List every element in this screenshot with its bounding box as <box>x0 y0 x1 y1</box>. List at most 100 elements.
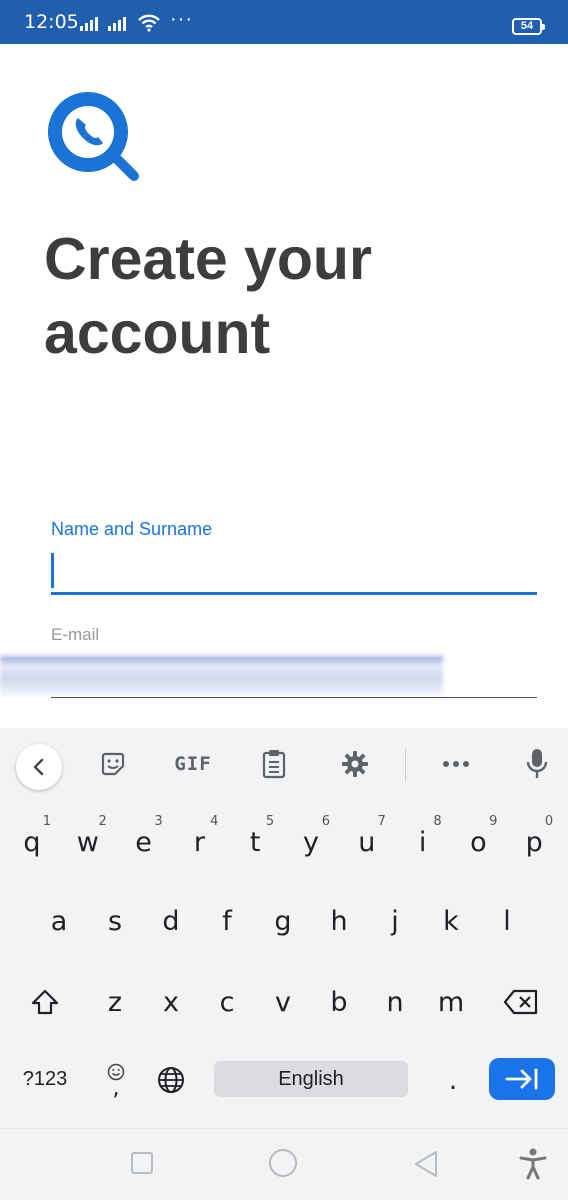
key-label: a <box>50 905 68 937</box>
key-number-hint: 8 <box>433 814 442 829</box>
next-key[interactable] <box>489 1058 555 1100</box>
key-f[interactable]: f <box>202 891 252 951</box>
key-label: j <box>391 905 399 937</box>
key-number-hint: 0 <box>544 814 554 829</box>
more-icon <box>443 761 469 767</box>
keyboard-toolbar: GIF <box>0 728 568 800</box>
period-key[interactable]: . <box>428 1050 478 1110</box>
key-c[interactable]: c <box>202 972 252 1032</box>
key-label: s <box>107 905 123 937</box>
key-w[interactable]: w2 <box>63 812 113 872</box>
status-more-dots: ··· <box>170 8 193 30</box>
language-key[interactable] <box>146 1050 196 1110</box>
page-title: Create your account <box>44 226 372 366</box>
status-time: 12:05 <box>24 11 79 33</box>
key-label: w <box>76 826 99 858</box>
navigation-bar <box>0 1128 568 1200</box>
shift-icon <box>31 989 59 1015</box>
toolbar-divider <box>405 748 406 782</box>
sticker-button[interactable] <box>94 746 132 782</box>
key-label: t <box>249 826 261 858</box>
symbols-key[interactable]: ?123 <box>10 1061 80 1097</box>
key-k[interactable]: k <box>426 891 476 951</box>
key-u[interactable]: u7 <box>342 812 392 872</box>
back-triangle-icon[interactable] <box>412 1149 440 1179</box>
key-e[interactable]: e3 <box>119 812 169 872</box>
key-label: b <box>330 986 348 1018</box>
wifi-icon <box>138 14 160 32</box>
key-n[interactable]: n <box>370 972 420 1032</box>
backspace-icon <box>503 989 538 1015</box>
key-label: e <box>135 826 152 858</box>
app-logo-icon <box>48 92 139 181</box>
key-number-hint: 9 <box>489 814 498 829</box>
chevron-left-icon <box>33 758 44 776</box>
key-label: v <box>275 986 291 1018</box>
email-field-underline <box>51 697 537 698</box>
key-label: p <box>525 826 543 858</box>
key-label: i <box>418 826 427 858</box>
key-label: f <box>222 905 232 937</box>
key-label: o <box>470 826 487 858</box>
key-label: l <box>503 905 511 937</box>
key-j[interactable]: j <box>370 891 420 951</box>
keyboard-settings-button[interactable] <box>338 746 372 782</box>
key-label: k <box>443 905 459 937</box>
battery-icon: 54 <box>512 18 545 35</box>
key-z[interactable]: z <box>90 972 140 1032</box>
key-h[interactable]: h <box>314 891 364 951</box>
email-field-label: E-mail <box>51 625 100 644</box>
recents-square-icon[interactable] <box>130 1151 154 1175</box>
key-y[interactable]: y6 <box>286 812 336 872</box>
key-s[interactable]: s <box>90 891 140 951</box>
space-key[interactable]: English <box>214 1061 408 1097</box>
key-number-hint: 7 <box>377 814 386 829</box>
key-label: z <box>107 986 123 1018</box>
key-number-hint: 1 <box>42 814 51 829</box>
backspace-key[interactable] <box>496 972 546 1032</box>
key-label: m <box>437 986 465 1018</box>
name-field[interactable] <box>51 548 537 594</box>
shift-key[interactable] <box>20 972 70 1032</box>
gif-button[interactable]: GIF <box>168 746 218 782</box>
key-label: q <box>23 826 41 858</box>
key-i[interactable]: i8 <box>398 812 448 872</box>
key-r[interactable]: r4 <box>174 812 224 872</box>
key-t[interactable]: t5 <box>230 812 280 872</box>
key-number-hint: 3 <box>154 814 163 829</box>
motion-blur-artifact <box>0 656 443 696</box>
keyboard-collapse-button[interactable] <box>16 744 62 790</box>
key-p[interactable]: p0 <box>509 812 559 872</box>
voice-input-button[interactable] <box>521 746 553 782</box>
key-label: h <box>330 905 348 937</box>
emoji-comma-key[interactable]: , <box>91 1050 141 1110</box>
accessibility-icon[interactable] <box>518 1147 548 1181</box>
name-field-label: Name and Surname <box>51 519 213 539</box>
gear-icon <box>342 751 368 777</box>
signal-icon <box>80 17 98 31</box>
comma-label: , <box>112 1076 120 1101</box>
key-g[interactable]: g <box>258 891 308 951</box>
gif-icon: GIF <box>174 753 212 775</box>
key-a[interactable]: a <box>34 891 84 951</box>
key-x[interactable]: x <box>146 972 196 1032</box>
name-field-underline <box>51 592 537 595</box>
key-q[interactable]: q1 <box>7 812 57 872</box>
key-l[interactable]: l <box>482 891 532 951</box>
home-circle-icon[interactable] <box>268 1148 298 1178</box>
key-b[interactable]: b <box>314 972 364 1032</box>
globe-icon <box>158 1067 184 1093</box>
key-o[interactable]: o9 <box>453 812 503 872</box>
key-number-hint: 6 <box>321 814 330 829</box>
key-m[interactable]: m <box>426 972 476 1032</box>
key-v[interactable]: v <box>258 972 308 1032</box>
key-number-hint: 4 <box>210 814 219 829</box>
tab-arrow-icon <box>505 1068 538 1090</box>
clipboard-button[interactable] <box>257 746 291 782</box>
more-options-button[interactable] <box>438 746 474 782</box>
key-d[interactable]: d <box>146 891 196 951</box>
sticker-icon <box>101 752 125 776</box>
key-label: x <box>163 986 179 1018</box>
status-bar: 12:05 ··· 54 <box>0 0 568 44</box>
key-label: u <box>358 826 376 858</box>
